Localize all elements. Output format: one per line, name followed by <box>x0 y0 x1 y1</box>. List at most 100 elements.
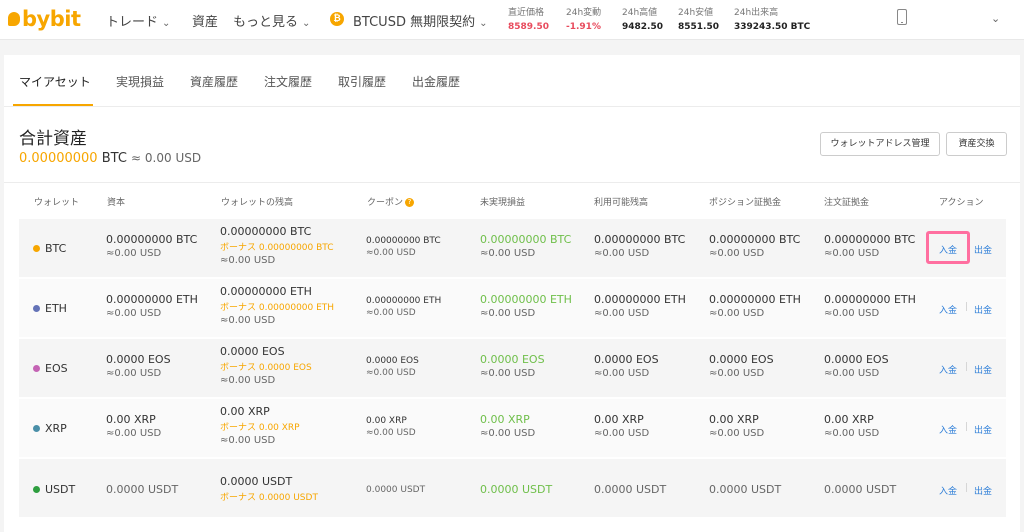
order-margin-cell: 0.00 XRP ≈0.00 USD <box>824 413 880 439</box>
total-assets: 0.00000000 BTC ≈ 0.00 USD <box>19 151 201 166</box>
tab-realized-pnl[interactable]: 実現損益 <box>116 73 164 90</box>
capital-cell: 0.0000 EOS ≈0.00 USD <box>106 353 171 379</box>
coin-dot-icon <box>33 425 40 432</box>
unrealized-pnl-cell: 0.00000000 BTC ≈0.00 USD <box>480 233 572 259</box>
chevron-down-icon: ⌄ <box>302 18 311 29</box>
position-margin-cell: 0.0000 USDT <box>709 483 782 496</box>
table-row: ETH 0.00000000 ETH ≈0.00 USD 0.00000000 E… <box>19 279 1006 337</box>
divider <box>4 182 1020 183</box>
unrealized-pnl-cell: 0.00 XRP ≈0.00 USD <box>480 413 536 439</box>
header-available-balance: 利用可能残高 <box>594 198 649 208</box>
btc-coin-icon: ₿ <box>330 12 344 26</box>
total-usd-approx: ≈ 0.00 USD <box>131 151 202 165</box>
header-unrealized-pnl: 未実現損益 <box>480 198 526 208</box>
bybit-logo[interactable]: bybit <box>8 7 81 31</box>
deposit-link[interactable]: 入金 <box>939 484 957 497</box>
tab-order-history[interactable]: 注文履歴 <box>264 73 312 90</box>
tab-withdraw-history[interactable]: 出金履歴 <box>412 73 460 90</box>
chevron-down-icon: ⌄ <box>162 18 171 29</box>
chevron-down-icon: ⌄ <box>479 18 488 29</box>
coupon-cell: 0.00000000 ETH ≈0.00 USD <box>366 296 442 318</box>
order-margin-cell: 0.00000000 BTC ≈0.00 USD <box>824 233 916 259</box>
tab-asset-history[interactable]: 資産履歴 <box>190 73 238 90</box>
asset-tabs: マイアセット 実現損益 資産履歴 注文履歴 取引履歴 出金履歴 <box>4 55 1020 107</box>
total-amount: 0.00000000 <box>19 151 98 166</box>
wallet-coin: ETH <box>33 302 67 315</box>
tab-my-assets[interactable]: マイアセット <box>19 73 91 90</box>
total-unit: BTC <box>101 151 127 166</box>
header-position-margin: ポジション証拠金 <box>709 198 782 208</box>
coupon-cell: 0.00 XRP ≈0.00 USD <box>366 416 416 438</box>
unrealized-pnl-cell: 0.0000 USDT <box>480 483 553 496</box>
capital-cell: 0.00 XRP ≈0.00 USD <box>106 413 162 439</box>
coin-dot-icon <box>33 245 40 252</box>
header-wallet: ウォレット <box>34 198 80 208</box>
capital-cell: 0.00000000 ETH ≈0.00 USD <box>106 293 198 319</box>
action-divider: | <box>965 483 969 493</box>
action-divider: | <box>965 362 969 372</box>
wallet-balance-cell: 0.0000 EOS ボーナス 0.0000 EOS ≈0.00 USD <box>220 345 312 386</box>
table-row: XRP 0.00 XRP ≈0.00 USD 0.00 XRP ボーナス 0.00 … <box>19 399 1006 457</box>
header-action: アクション <box>939 198 984 208</box>
ticker-last-price: 直近価格 8589.50 <box>508 8 549 32</box>
nav-trade-menu[interactable]: トレード ⌄ <box>106 11 170 30</box>
position-margin-cell: 0.00000000 BTC ≈0.00 USD <box>709 233 801 259</box>
deposit-highlight-box <box>926 231 970 264</box>
wallet-coin: BTC <box>33 242 66 255</box>
available-balance-cell: 0.00 XRP ≈0.00 USD <box>594 413 650 439</box>
deposit-link[interactable]: 入金 <box>939 363 957 376</box>
wallet-coin: XRP <box>33 422 67 435</box>
coupon-cell: 0.00000000 BTC ≈0.00 USD <box>366 236 441 258</box>
wallet-balance-cell: 0.00000000 ETH ボーナス 0.00000000 ETH ≈0.00 U… <box>220 285 335 326</box>
order-margin-cell: 0.00000000 ETH ≈0.00 USD <box>824 293 916 319</box>
mobile-app-icon[interactable] <box>897 9 907 25</box>
wallet-balance-cell: 0.00000000 BTC ボーナス 0.00000000 BTC ≈0.00 U… <box>220 225 334 266</box>
withdraw-link[interactable]: 出金 <box>974 243 992 256</box>
capital-cell: 0.0000 USDT <box>106 483 179 496</box>
active-tab-indicator <box>13 104 93 106</box>
wallet-balance-cell: 0.0000 USDT ボーナス 0.0000 USDT <box>220 475 318 503</box>
table-row: USDT 0.0000 USDT 0.0000 USDT ボーナス 0.0000 … <box>19 459 1006 517</box>
ticker-24h-low: 24h安値 8551.50 <box>678 8 719 32</box>
available-balance-cell: 0.00000000 BTC ≈0.00 USD <box>594 233 686 259</box>
tab-trade-history[interactable]: 取引履歴 <box>338 73 386 90</box>
ticker-24h-high: 24h高値 9482.50 <box>622 8 663 32</box>
deposit-link[interactable]: 入金 <box>939 423 957 436</box>
account-menu-chevron-icon[interactable]: ⌄ <box>991 12 1000 25</box>
withdraw-link[interactable]: 出金 <box>974 363 992 376</box>
deposit-link[interactable]: 入金 <box>939 303 957 316</box>
nav-more-menu[interactable]: もっと見る ⌄ <box>233 11 310 30</box>
position-margin-cell: 0.0000 EOS ≈0.00 USD <box>709 353 774 379</box>
header-order-margin: 注文証拠金 <box>824 198 870 208</box>
withdraw-link[interactable]: 出金 <box>974 484 992 497</box>
order-margin-cell: 0.0000 EOS ≈0.00 USD <box>824 353 889 379</box>
position-margin-cell: 0.00 XRP ≈0.00 USD <box>709 413 765 439</box>
wallet-coin: EOS <box>33 362 68 375</box>
withdraw-link[interactable]: 出金 <box>974 423 992 436</box>
assets-card: マイアセット 実現損益 資産履歴 注文履歴 取引履歴 出金履歴 合計資産 0.0… <box>4 55 1020 532</box>
table-row: EOS 0.0000 EOS ≈0.00 USD 0.0000 EOS ボーナス 0… <box>19 339 1006 397</box>
action-divider: | <box>965 422 969 432</box>
unrealized-pnl-cell: 0.0000 EOS ≈0.00 USD <box>480 353 545 379</box>
logo-text: bybit <box>22 7 81 31</box>
available-balance-cell: 0.00000000 ETH ≈0.00 USD <box>594 293 686 319</box>
wallet-address-button[interactable]: ウォレットアドレス管理 <box>820 132 940 156</box>
coin-dot-icon <box>33 486 40 493</box>
header-capital: 資本 <box>107 198 126 208</box>
available-balance-cell: 0.0000 USDT <box>594 483 667 496</box>
nav-assets[interactable]: 資産 <box>192 11 218 30</box>
withdraw-link[interactable]: 出金 <box>974 303 992 316</box>
asset-exchange-button[interactable]: 資産交換 <box>946 132 1007 156</box>
available-balance-cell: 0.0000 EOS ≈0.00 USD <box>594 353 659 379</box>
wallet-balance-cell: 0.00 XRP ボーナス 0.00 XRP ≈0.00 USD <box>220 405 300 446</box>
contract-selector[interactable]: BTCUSD 無期限契約 ⌄ <box>353 11 487 30</box>
header-coupon: クーポン? <box>367 195 415 208</box>
header-wallet-balance: ウォレットの残高 <box>221 198 294 208</box>
order-margin-cell: 0.0000 USDT <box>824 483 897 496</box>
table-row: BTC 0.00000000 BTC ≈0.00 USD 0.00000000 B… <box>19 219 1006 277</box>
question-icon[interactable]: ? <box>405 198 415 207</box>
capital-cell: 0.00000000 BTC ≈0.00 USD <box>106 233 198 259</box>
position-margin-cell: 0.00000000 ETH ≈0.00 USD <box>709 293 801 319</box>
unrealized-pnl-cell: 0.00000000 ETH ≈0.00 USD <box>480 293 572 319</box>
wallet-coin: USDT <box>33 483 75 496</box>
